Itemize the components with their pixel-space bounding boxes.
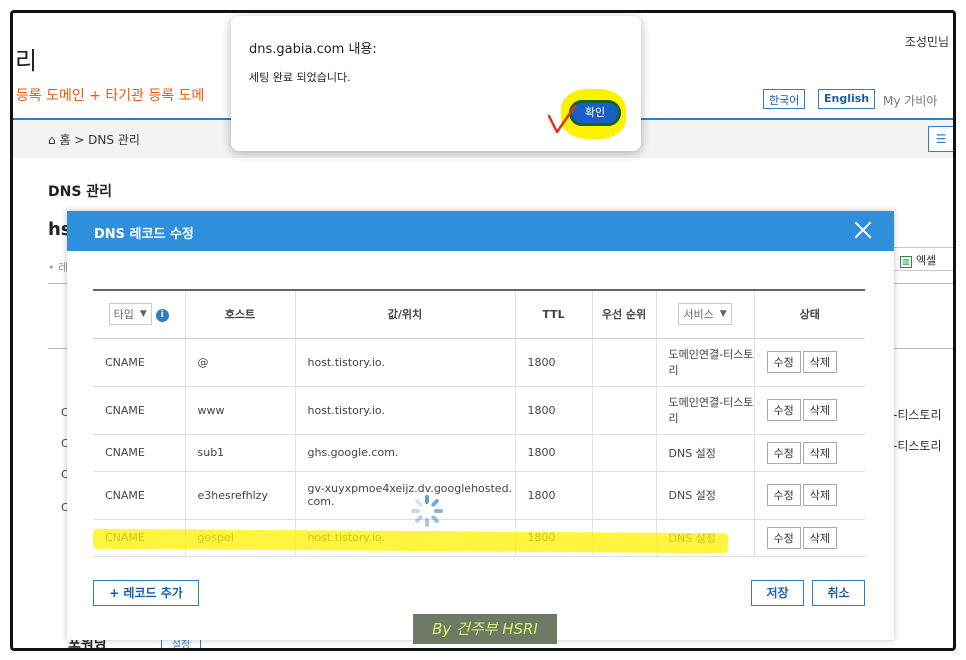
table-header-row: 타입 ▼ i 호스트 값/위치 TTL 우선 순위 서비스 ▼ 상태	[93, 289, 865, 339]
chart-icon: ▥	[900, 256, 912, 268]
ttl-cell: 1800	[515, 434, 593, 472]
alert-message: 세팅 완료 되었습니다.	[249, 71, 351, 84]
table-row: CNAME sub1 ghs.google.com. 1800 DNS 설정 수…	[93, 434, 865, 472]
cancel-button[interactable]: 취소	[812, 580, 865, 606]
type-column-header[interactable]: 타입 ▼ i	[93, 289, 186, 339]
priority-column-header: 우선 순위	[592, 289, 657, 339]
lang-english-button[interactable]: English	[818, 89, 876, 109]
delete-button[interactable]: 삭제	[802, 484, 837, 506]
excel-button[interactable]: ▥ 엑셀	[893, 247, 953, 271]
service-column-header[interactable]: 서비스 ▼	[656, 289, 755, 339]
delete-button[interactable]: 삭제	[802, 526, 837, 549]
service-filter-select[interactable]: 서비스 ▼	[678, 303, 732, 326]
type-cell: CNAME	[93, 386, 186, 435]
ttl-cell: 1800	[515, 338, 593, 387]
service-cell: 도메인연결-티스토리	[656, 338, 755, 387]
type-cell: CNAME	[93, 434, 186, 472]
edit-button[interactable]: 수정	[766, 351, 801, 373]
menu-icon[interactable]: ☰	[928, 126, 953, 152]
service-cell: 도메인연결-티스토리	[656, 386, 755, 435]
chevron-down-icon: ▼	[139, 309, 147, 320]
action-cell: 수정 삭제	[754, 386, 865, 435]
dns-record-modal: DNS 레코드 수정 타입 ▼ i 호스트 값/위치 TTL 우선 순위 서비스 ▼ …	[67, 211, 894, 640]
screenshot-frame: 리 조성민님 · 등록 도메인 + 타기관 등록 도메 한국어 English …	[10, 10, 956, 651]
service-cell: DNS 설정	[656, 471, 755, 520]
service-cell: DNS 설정	[656, 434, 755, 472]
table-row: CNAME e3hesrefhlzy gv-xuyxpmoe4xeijz.dv.…	[93, 471, 865, 520]
value-cell: ghs.google.com.	[295, 434, 516, 472]
status-column-header: 상태	[754, 289, 865, 339]
host-cell: sub1	[185, 434, 296, 472]
loading-spinner-icon	[411, 495, 443, 527]
modal-title: DNS 레코드 수정	[94, 227, 194, 242]
bg-service-cell: -티스토리	[893, 408, 942, 422]
priority-cell	[592, 338, 657, 387]
action-cell: 수정 삭제	[754, 471, 865, 520]
priority-cell	[592, 471, 657, 520]
alert-title: dns.gabia.com 내용:	[249, 42, 377, 57]
value-column-header: 값/위치	[295, 289, 516, 339]
action-cell: 수정 삭제	[754, 519, 865, 557]
breadcrumb: ⌂ 홈 > DNS 관리	[48, 131, 140, 148]
info-icon[interactable]: i	[155, 308, 169, 322]
delete-button[interactable]: 삭제	[802, 441, 837, 464]
type-cell: CNAME	[93, 471, 186, 520]
type-cell: CNAME	[93, 338, 186, 387]
my-gabia-link[interactable]: My 가비아	[883, 92, 937, 109]
action-cell: 수정 삭제	[754, 434, 865, 472]
dns-record-table: 타입 ▼ i 호스트 값/위치 TTL 우선 순위 서비스 ▼ 상태 CNAME @ …	[93, 289, 865, 557]
page-title: 리	[15, 47, 38, 75]
table-row: CNAME @ host.tistory.io. 1800 도메인연결-티스토리…	[93, 338, 865, 387]
ttl-column-header: TTL	[515, 289, 593, 339]
action-cell: 수정 삭제	[754, 338, 865, 387]
edit-button[interactable]: 수정	[766, 526, 801, 549]
host-cell: @	[185, 338, 296, 387]
table-row: CNAME www host.tistory.io. 1800 도메인연결-티스…	[93, 386, 865, 435]
delete-button[interactable]: 삭제	[802, 351, 837, 373]
watermark: By 건주부 HSRI	[413, 614, 557, 644]
save-button[interactable]: 저장	[751, 580, 804, 606]
host-cell: www	[185, 386, 296, 435]
close-icon[interactable]	[852, 219, 874, 241]
ttl-cell: 1800	[515, 386, 593, 435]
ttl-cell: 1800	[515, 471, 593, 520]
edit-button[interactable]: 수정	[766, 399, 801, 421]
chevron-down-icon: ▼	[719, 309, 727, 320]
value-cell: host.tistory.io.	[295, 386, 516, 435]
alert-dialog: dns.gabia.com 내용: 세팅 완료 되었습니다. 확인	[231, 16, 641, 151]
edit-button[interactable]: 수정	[766, 441, 801, 464]
banner-text: · 등록 도메인 + 타기관 등록 도메	[10, 88, 205, 104]
modal-header: DNS 레코드 수정	[67, 211, 894, 251]
add-record-button[interactable]: + 레코드 추가	[93, 580, 199, 606]
host-cell: e3hesrefhlzy	[185, 471, 296, 520]
bg-service-cell: -티스토리	[893, 439, 942, 453]
bg-tab[interactable]: • 레	[48, 259, 68, 275]
value-cell: host.tistory.io.	[295, 338, 516, 387]
breadcrumb-text[interactable]: 홈 > DNS 관리	[59, 133, 139, 147]
home-icon[interactable]: ⌂	[48, 133, 59, 147]
host-column-header: 호스트	[185, 289, 296, 339]
priority-cell	[592, 434, 657, 472]
edit-button[interactable]: 수정	[766, 484, 801, 506]
value-cell: gv-xuyxpmoe4xeijz.dv.googlehosted.com.	[295, 471, 516, 520]
check-mark-icon	[547, 104, 577, 134]
user-name[interactable]: 조성민님	[905, 33, 949, 50]
lang-korean-button[interactable]: 한국어	[763, 89, 806, 109]
type-filter-select[interactable]: 타입 ▼	[108, 303, 152, 326]
delete-button[interactable]: 삭제	[802, 399, 837, 421]
section-title: DNS 관리	[48, 184, 113, 200]
priority-cell	[592, 386, 657, 435]
